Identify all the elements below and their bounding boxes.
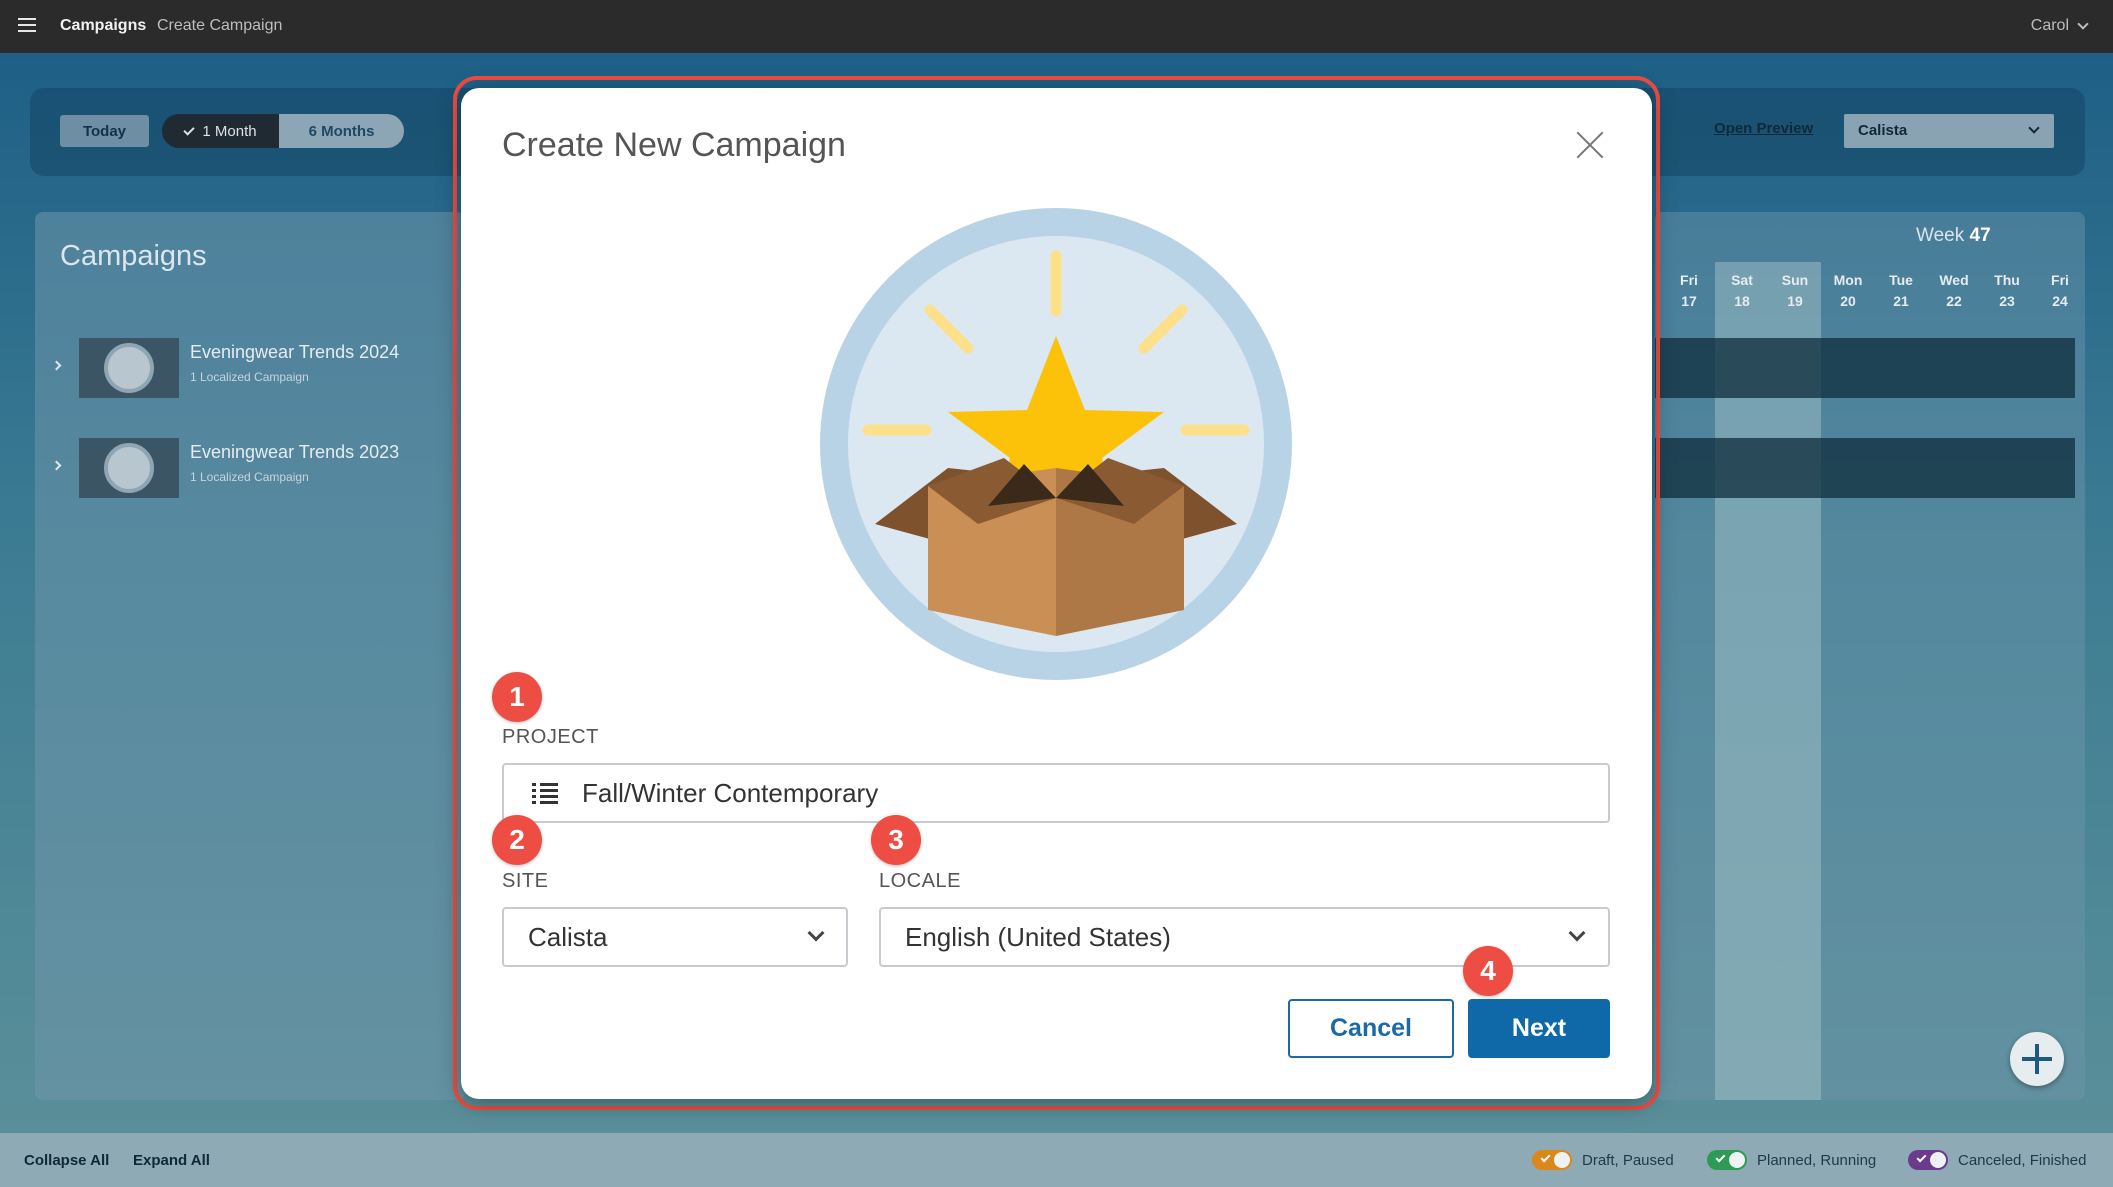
project-label: PROJECT <box>502 726 599 748</box>
site-select[interactable]: Calista <box>1844 114 2054 148</box>
calendar-day: Fri 17 <box>1680 272 1698 309</box>
campaign-subtitle: 1 Localized Campaign <box>190 470 309 484</box>
campaign-row[interactable]: Eveningwear Trends 2023 1 Localized Camp… <box>45 438 465 500</box>
calendar-day: Tue 21 <box>1889 272 1913 309</box>
chevron-down-icon[interactable] <box>2077 18 2089 30</box>
next-button[interactable]: Next <box>1468 999 1610 1058</box>
chevron-right-icon[interactable] <box>51 360 62 371</box>
site-select-value: Calista <box>1858 122 1908 139</box>
project-field[interactable]: Fall/Winter Contemporary <box>502 763 1610 823</box>
chevron-right-icon[interactable] <box>51 460 62 471</box>
open-preview-link[interactable]: Open Preview <box>1714 120 1813 137</box>
legend-label: Canceled, Finished <box>1958 1151 2087 1169</box>
locale-value: English (United States) <box>905 921 1171 952</box>
chevron-down-icon <box>2028 122 2040 134</box>
site-value: Calista <box>528 921 608 952</box>
add-campaign-button[interactable] <box>2010 1032 2064 1086</box>
campaign-timeline-bar[interactable] <box>1655 438 2075 498</box>
campaign-name: Eveningwear Trends 2023 <box>190 442 400 462</box>
calendar-day: Fri 24 <box>2051 272 2069 309</box>
step-badge-2: 2 <box>492 815 542 865</box>
site-label: SITE <box>502 870 549 892</box>
calendar-day: Sun 19 <box>1781 272 1809 309</box>
range-toggle: 1 Month 6 Months <box>162 114 404 148</box>
step-badge-1: 1 <box>492 672 542 722</box>
step-badge-4: 4 <box>1463 946 1513 996</box>
check-icon <box>183 123 196 136</box>
calendar-day: Sat 18 <box>1731 272 1753 309</box>
campaign-thumbnail <box>79 438 179 498</box>
legend-draft-paused[interactable]: Draft, Paused <box>1532 1150 1674 1170</box>
menu-icon[interactable] <box>18 18 36 32</box>
week-label: Week 47 <box>1916 225 1991 246</box>
chevron-down-icon <box>1568 924 1586 942</box>
today-button[interactable]: Today <box>60 115 149 147</box>
legend-label: Draft, Paused <box>1582 1151 1674 1169</box>
calendar-day: Wed 22 <box>1939 272 1969 309</box>
legend-canceled-finished[interactable]: Canceled, Finished <box>1908 1150 2086 1170</box>
chevron-down-icon <box>807 924 825 942</box>
dialog-title: Create New Campaign <box>502 126 846 164</box>
campaign-subtitle: 1 Localized Campaign <box>190 370 309 384</box>
project-value: Fall/Winter Contemporary <box>582 777 879 808</box>
range-6-months-button[interactable]: 6 Months <box>279 114 404 148</box>
legend-label: Planned, Running <box>1757 1151 1877 1169</box>
breadcrumb-create-campaign: Create Campaign <box>157 17 283 34</box>
campaign-row[interactable]: Eveningwear Trends 2024 1 Localized Camp… <box>45 338 465 400</box>
campaign-name: Eveningwear Trends 2024 <box>190 342 400 362</box>
range-1-month-label: 1 Month <box>202 122 257 140</box>
close-icon[interactable] <box>1575 130 1605 160</box>
list-icon <box>532 783 558 805</box>
calendar-day: Mon 20 <box>1833 272 1863 309</box>
toggle-switch[interactable] <box>1532 1150 1572 1170</box>
user-menu[interactable]: Carol <box>2031 17 2069 35</box>
range-1-month-button[interactable]: 1 Month <box>162 114 279 148</box>
breadcrumb-campaigns[interactable]: Campaigns <box>60 17 146 35</box>
cancel-button[interactable]: Cancel <box>1288 999 1454 1058</box>
expand-all-button[interactable]: Expand All <box>133 1152 210 1169</box>
legend-planned-running[interactable]: Planned, Running <box>1707 1150 1876 1170</box>
toggle-switch[interactable] <box>1908 1150 1948 1170</box>
campaign-illustration <box>820 208 1292 680</box>
site-dropdown[interactable]: Calista <box>502 907 848 967</box>
toggle-switch[interactable] <box>1707 1150 1747 1170</box>
step-badge-3: 3 <box>871 815 921 865</box>
top-bar: Campaigns Create Campaign Carol <box>0 0 2113 53</box>
collapse-all-button[interactable]: Collapse All <box>24 1152 109 1169</box>
campaign-thumbnail <box>79 338 179 398</box>
campaigns-title: Campaigns <box>60 240 207 272</box>
campaign-timeline-bar[interactable] <box>1655 338 2075 398</box>
locale-label: LOCALE <box>879 870 961 892</box>
calendar-day: Thu 23 <box>1994 272 2020 309</box>
